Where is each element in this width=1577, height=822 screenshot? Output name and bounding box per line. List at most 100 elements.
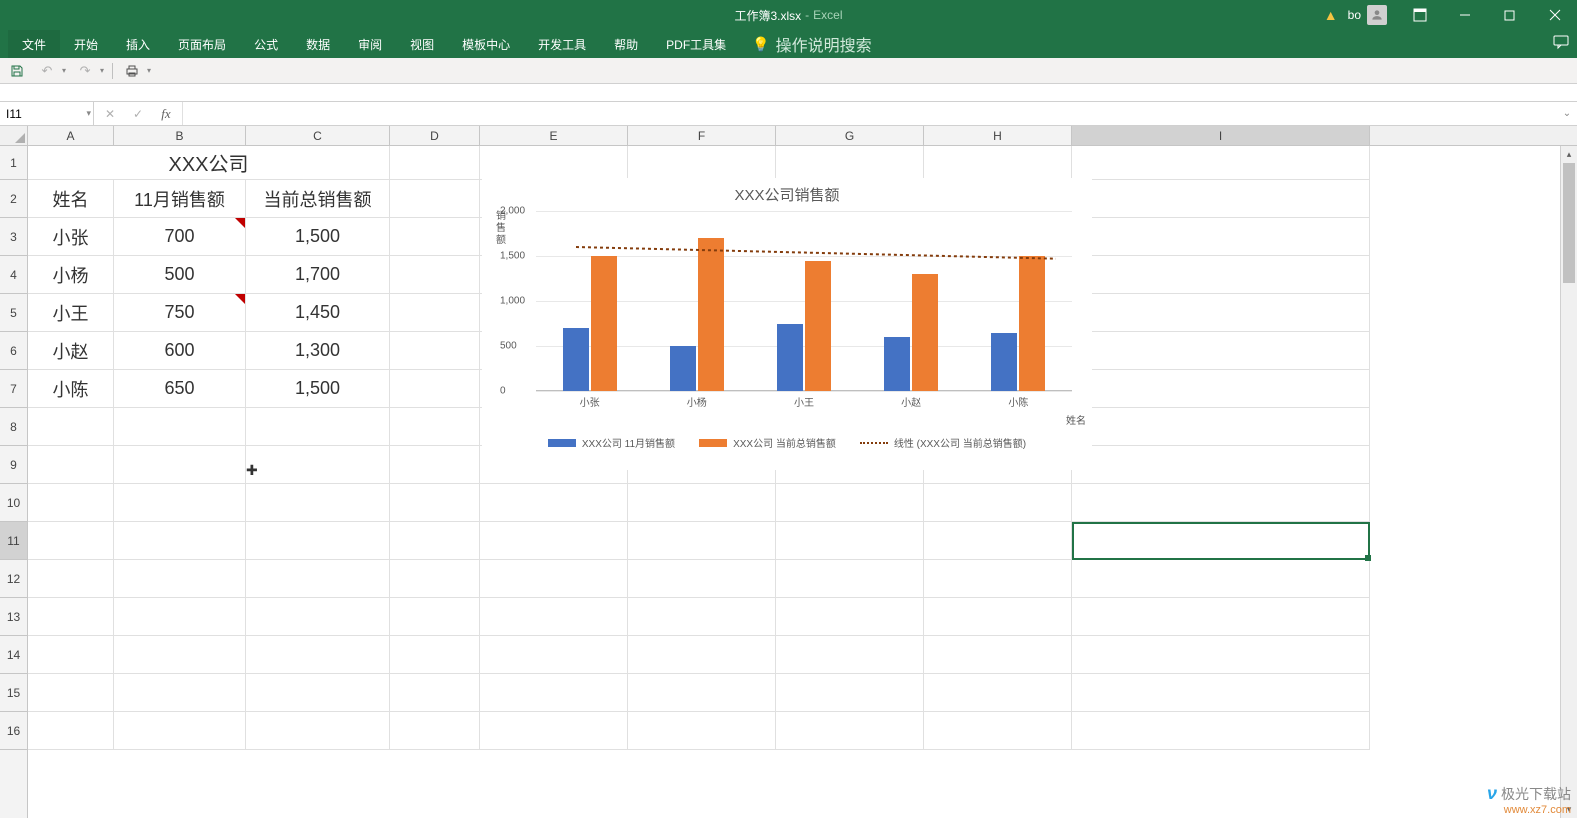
column-header-A[interactable]: A bbox=[28, 126, 114, 145]
cell-B16[interactable] bbox=[114, 712, 246, 750]
select-all-button[interactable] bbox=[0, 126, 28, 145]
column-header-C[interactable]: C bbox=[246, 126, 390, 145]
ribbon-display-options-button[interactable] bbox=[1397, 0, 1442, 30]
bar-series2-3[interactable] bbox=[912, 274, 938, 391]
cell-B2[interactable]: 11月销售额 bbox=[114, 180, 246, 218]
cell-I10[interactable] bbox=[1072, 484, 1370, 522]
cell-F16[interactable] bbox=[628, 712, 776, 750]
redo-dropdown[interactable]: ▾ bbox=[100, 66, 104, 75]
cell-H1[interactable] bbox=[924, 146, 1072, 180]
cell-A2[interactable]: 姓名 bbox=[28, 180, 114, 218]
cell-G16[interactable] bbox=[776, 712, 924, 750]
cell-E14[interactable] bbox=[480, 636, 628, 674]
cell-D15[interactable] bbox=[390, 674, 480, 712]
cell-D3[interactable] bbox=[390, 218, 480, 256]
column-header-D[interactable]: D bbox=[390, 126, 480, 145]
tab-home[interactable]: 开始 bbox=[60, 30, 112, 58]
cell-C13[interactable] bbox=[246, 598, 390, 636]
cell-G11[interactable] bbox=[776, 522, 924, 560]
close-button[interactable] bbox=[1532, 0, 1577, 30]
cell-E15[interactable] bbox=[480, 674, 628, 712]
cell-E13[interactable] bbox=[480, 598, 628, 636]
cell-B10[interactable] bbox=[114, 484, 246, 522]
tab-page-layout[interactable]: 页面布局 bbox=[164, 30, 240, 58]
cell-D14[interactable] bbox=[390, 636, 480, 674]
tab-view[interactable]: 视图 bbox=[396, 30, 448, 58]
cell-A10[interactable] bbox=[28, 484, 114, 522]
bar-group-4[interactable]: 小陈 bbox=[991, 211, 1045, 391]
bar-series1-2[interactable] bbox=[777, 324, 803, 392]
row-header-7[interactable]: 7 bbox=[0, 370, 27, 408]
cell-H14[interactable] bbox=[924, 636, 1072, 674]
cell-C16[interactable] bbox=[246, 712, 390, 750]
cell-A3[interactable]: 小张 bbox=[28, 218, 114, 256]
name-box[interactable]: I11 ▾ bbox=[0, 102, 94, 125]
cell-C14[interactable] bbox=[246, 636, 390, 674]
bar-series1-3[interactable] bbox=[884, 337, 910, 391]
cell-G14[interactable] bbox=[776, 636, 924, 674]
column-header-I[interactable]: I bbox=[1072, 126, 1370, 145]
cell-D6[interactable] bbox=[390, 332, 480, 370]
column-header-H[interactable]: H bbox=[924, 126, 1072, 145]
cell-B11[interactable] bbox=[114, 522, 246, 560]
row-header-2[interactable]: 2 bbox=[0, 180, 27, 218]
comment-marker[interactable] bbox=[235, 218, 245, 228]
user-info[interactable]: ▲ bo bbox=[1324, 5, 1387, 25]
print-preview-button[interactable] bbox=[121, 60, 143, 82]
cell-D13[interactable] bbox=[390, 598, 480, 636]
cell-B6[interactable]: 600 bbox=[114, 332, 246, 370]
cell-I13[interactable] bbox=[1072, 598, 1370, 636]
cell-B4[interactable]: 500 bbox=[114, 256, 246, 294]
row-header-16[interactable]: 16 bbox=[0, 712, 27, 750]
cell-A15[interactable] bbox=[28, 674, 114, 712]
cell-C6[interactable]: 1,300 bbox=[246, 332, 390, 370]
cell-B9[interactable] bbox=[114, 446, 246, 484]
cell-D7[interactable] bbox=[390, 370, 480, 408]
cell-E1[interactable] bbox=[480, 146, 628, 180]
cell-B14[interactable] bbox=[114, 636, 246, 674]
bar-group-3[interactable]: 小赵 bbox=[884, 211, 938, 391]
cell-E11[interactable] bbox=[480, 522, 628, 560]
cell-I7[interactable] bbox=[1072, 370, 1370, 408]
cell-A6[interactable]: 小赵 bbox=[28, 332, 114, 370]
cell-G13[interactable] bbox=[776, 598, 924, 636]
cell-I8[interactable] bbox=[1072, 408, 1370, 446]
bar-group-2[interactable]: 小王 bbox=[777, 211, 831, 391]
bar-series2-4[interactable] bbox=[1019, 256, 1045, 391]
cell-A13[interactable] bbox=[28, 598, 114, 636]
row-header-1[interactable]: 1 bbox=[0, 146, 27, 180]
cell-D16[interactable] bbox=[390, 712, 480, 750]
cell-H12[interactable] bbox=[924, 560, 1072, 598]
cell-D11[interactable] bbox=[390, 522, 480, 560]
vertical-scrollbar[interactable]: ▴ ▾ bbox=[1560, 146, 1577, 818]
tab-template[interactable]: 模板中心 bbox=[448, 30, 524, 58]
chart[interactable]: XXX公司销售额 销售额 05001,0001,5002,000 小张小杨小王小… bbox=[482, 178, 1092, 470]
row-header-14[interactable]: 14 bbox=[0, 636, 27, 674]
cell-I5[interactable] bbox=[1072, 294, 1370, 332]
formula-input[interactable] bbox=[183, 102, 1557, 125]
scroll-down-button[interactable]: ▾ bbox=[1561, 801, 1577, 818]
cell-E12[interactable] bbox=[480, 560, 628, 598]
cell-A8[interactable] bbox=[28, 408, 114, 446]
cell-F13[interactable] bbox=[628, 598, 776, 636]
column-header-B[interactable]: B bbox=[114, 126, 246, 145]
cell-H16[interactable] bbox=[924, 712, 1072, 750]
cells-area[interactable]: XXX公司 姓名 11月销售额 当前总销售额 小张70 bbox=[28, 146, 1577, 818]
tell-me-search[interactable]: 💡 操作说明搜索 bbox=[752, 32, 871, 56]
cell-C15[interactable] bbox=[246, 674, 390, 712]
cell-I3[interactable] bbox=[1072, 218, 1370, 256]
tab-file[interactable]: 文件 bbox=[8, 30, 60, 58]
bar-series2-2[interactable] bbox=[805, 261, 831, 392]
cell-H11[interactable] bbox=[924, 522, 1072, 560]
cell-I1[interactable] bbox=[1072, 146, 1370, 180]
cell-D8[interactable] bbox=[390, 408, 480, 446]
cell-A1-merged[interactable]: XXX公司 bbox=[28, 146, 390, 180]
insert-function-button[interactable]: fx bbox=[154, 102, 178, 125]
cell-B15[interactable] bbox=[114, 674, 246, 712]
row-header-15[interactable]: 15 bbox=[0, 674, 27, 712]
cell-F1[interactable] bbox=[628, 146, 776, 180]
tab-data[interactable]: 数据 bbox=[292, 30, 344, 58]
cell-G12[interactable] bbox=[776, 560, 924, 598]
cell-E10[interactable] bbox=[480, 484, 628, 522]
cell-A11[interactable] bbox=[28, 522, 114, 560]
